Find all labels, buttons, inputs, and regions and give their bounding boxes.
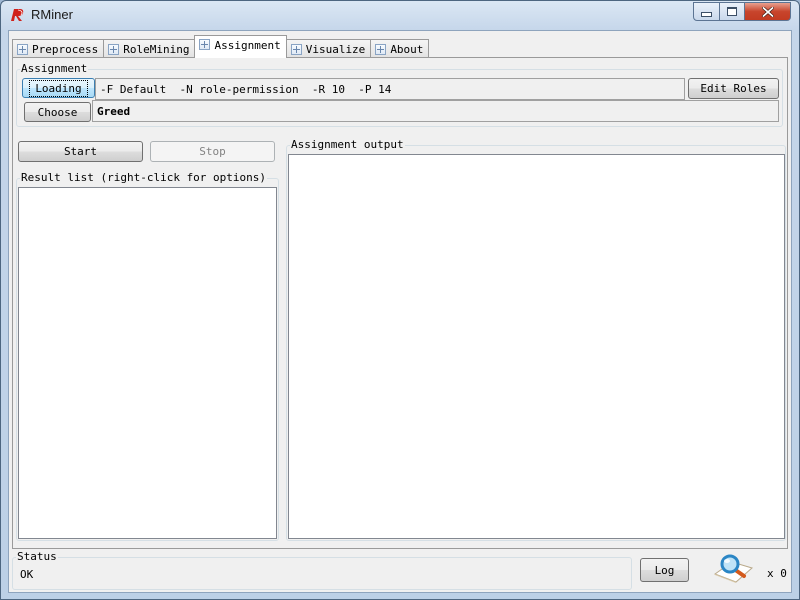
stop-button[interactable]: Stop (150, 141, 275, 162)
tab-label: About (390, 42, 424, 56)
output-label: Assignment output (290, 138, 405, 151)
algorithm-field[interactable]: Greed (92, 100, 779, 122)
status-group: Status (12, 550, 632, 590)
client-area: Preprocess RoleMining Assignment Visuali… (8, 30, 792, 593)
task-count: x 0 (767, 567, 787, 580)
tab-visualize[interactable]: Visualize (285, 39, 372, 58)
tab-label: Assignment (214, 39, 281, 52)
tab-bar: Preprocess RoleMining Assignment Visuali… (12, 34, 430, 58)
close-button[interactable] (745, 2, 791, 21)
result-list-label: Result list (right-click for options) (20, 171, 268, 184)
rminer-logo-icon (11, 9, 24, 21)
tab-label: Preprocess (32, 42, 99, 56)
expand-plus-icon (17, 43, 28, 55)
tab-label: Visualize (305, 42, 366, 56)
expand-plus-icon (199, 39, 211, 50)
result-list[interactable] (18, 187, 277, 539)
tab-rolemining[interactable]: RoleMining (103, 39, 196, 58)
assignment-output-area[interactable] (288, 154, 785, 539)
assignment-group-label: Assignment (20, 62, 89, 75)
status-text: OK (20, 568, 34, 581)
maximize-button[interactable] (720, 2, 745, 21)
maximize-icon (727, 7, 737, 16)
minimize-button[interactable] (693, 2, 720, 21)
tab-about[interactable]: About (370, 39, 430, 58)
loading-params-field[interactable]: -F Default -N role-permission -R 10 -P 1… (95, 78, 685, 100)
expand-plus-icon (290, 43, 302, 55)
title-bar[interactable]: RMiner (1, 1, 799, 29)
loading-button[interactable]: Loading (22, 78, 95, 98)
close-icon (761, 6, 774, 17)
start-button[interactable]: Start (18, 141, 143, 162)
log-button[interactable]: Log (640, 558, 689, 582)
minimize-icon (701, 12, 712, 17)
tab-label: RoleMining (123, 42, 190, 56)
tab-assignment[interactable]: Assignment (194, 35, 287, 58)
edit-roles-button[interactable]: Edit Roles (688, 78, 779, 99)
task-monitor-magnifier-icon[interactable] (712, 552, 754, 584)
choose-button[interactable]: Choose (24, 102, 91, 122)
window-title: RMiner (31, 7, 73, 22)
expand-plus-icon (375, 43, 387, 55)
tab-preprocess[interactable]: Preprocess (12, 39, 105, 58)
app-window: RMiner Preprocess RoleMining Assignment … (0, 0, 800, 600)
assignment-tab-panel: Assignment Loading -F Default -N role-pe… (12, 57, 788, 549)
expand-plus-icon (108, 43, 120, 55)
status-label: Status (16, 550, 58, 563)
